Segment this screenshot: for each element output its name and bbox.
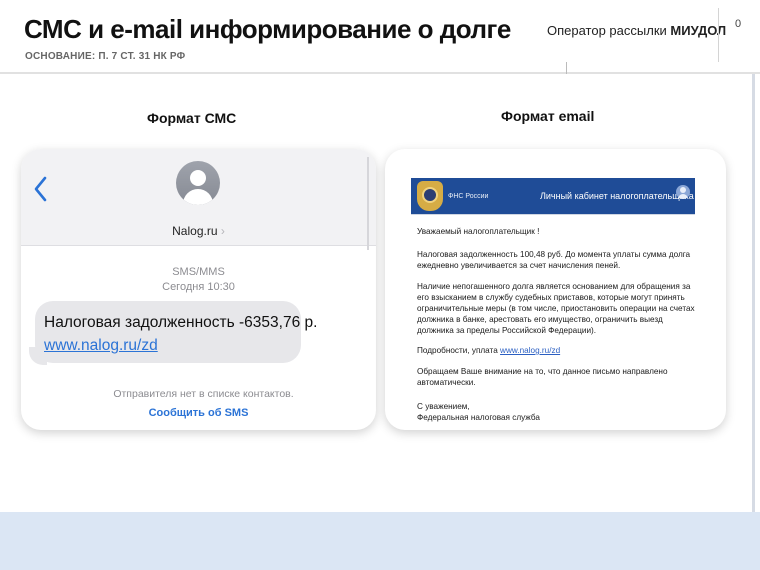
scrollbar[interactable] <box>367 157 369 250</box>
fns-name: ФНС России <box>448 193 489 200</box>
sms-message-text: Налоговая задолженность -6353,76 р. <box>44 314 318 331</box>
sender-name[interactable]: Nalog.ru › <box>21 224 376 238</box>
email-header-bar: ФНС России Личный кабинет налогоплательщ… <box>411 178 695 214</box>
email-details-text: Подробности, уплата <box>417 346 501 355</box>
email-text-line: должника за пределы Российской Федерации… <box>417 326 597 335</box>
report-sms-button[interactable]: Сообщить об SMS <box>21 407 376 419</box>
cabinet-title: Личный кабинет налогоплательщика <box>540 191 694 201</box>
header-divider <box>718 8 719 62</box>
message-time: Сегодня 10:30 <box>162 281 235 293</box>
message-type: SMS/MMS <box>172 266 225 278</box>
sms-preview-card: Nalog.ru › SMS/MMS Сегодня 10:30 Налогов… <box>21 149 376 430</box>
email-text-line: автоматически. <box>417 378 476 387</box>
email-text-line: Наличие непогашенного долга является осн… <box>417 282 691 291</box>
email-preview-card: ФНС России Личный кабинет налогоплательщ… <box>385 149 726 430</box>
header-rule <box>0 72 760 74</box>
email-body: Уважаемый налогоплательщик ! Налоговая з… <box>385 214 726 424</box>
email-format-label: Формат email <box>501 108 595 124</box>
email-signature: Федеральная налоговая служба <box>417 413 540 422</box>
chevron-right-icon: › <box>220 224 225 238</box>
slide-subtitle: ОСНОВАНИЕ: П. 7 СТ. 31 НК РФ <box>25 51 186 62</box>
email-details-line: Подробности, уплата www.nalog.ru/zd <box>417 345 560 356</box>
sms-message-link[interactable]: www.nalog.ru/zd <box>44 334 158 357</box>
sms-contact-header: Nalog.ru › <box>21 149 376 246</box>
email-text-line: ограничительные меры (в том числе, приос… <box>417 304 695 313</box>
header-tick <box>566 62 569 74</box>
operator-prefix: Оператор рассылки <box>547 23 671 38</box>
sender-label: Nalog.ru <box>172 224 218 238</box>
footer-band <box>0 512 760 570</box>
sms-format-label: Формат СМС <box>147 110 237 126</box>
email-text-line: должника в банке, арестовать его имущест… <box>417 315 663 324</box>
not-in-contacts-notice: Отправителя нет в списке контактов. <box>113 388 294 400</box>
message-meta: SMS/MMS Сегодня 10:30 <box>21 265 376 295</box>
email-text-line: Обращаем Ваше внимание на то, что данное… <box>417 367 668 376</box>
chevron-left-icon[interactable] <box>31 175 51 203</box>
fns-emblem-icon <box>417 181 443 211</box>
email-text-line: его взысканием в службу судебных пристав… <box>417 293 685 302</box>
email-signature: С уважением, <box>417 402 470 411</box>
sms-message-bubble: Налоговая задолженность -6353,76 р. www.… <box>35 301 318 363</box>
mailing-operator: Оператор рассылки МИУДОЛ <box>547 23 726 38</box>
slide-title: СМС и e-mail информирование о долге <box>24 14 511 44</box>
right-edge-bar <box>752 74 755 512</box>
contact-avatar-icon[interactable] <box>176 161 220 205</box>
email-text-line: ежедневно увеличивается за счет начислен… <box>417 261 621 270</box>
user-icon[interactable] <box>676 185 690 199</box>
email-greeting: Уважаемый налогоплательщик ! <box>417 227 540 236</box>
email-details-link[interactable]: www.nalog.ru/zd <box>500 346 560 355</box>
page-number: 0 <box>735 18 742 30</box>
email-text-line: Налоговая задолженность 100,48 руб. До м… <box>417 250 691 259</box>
